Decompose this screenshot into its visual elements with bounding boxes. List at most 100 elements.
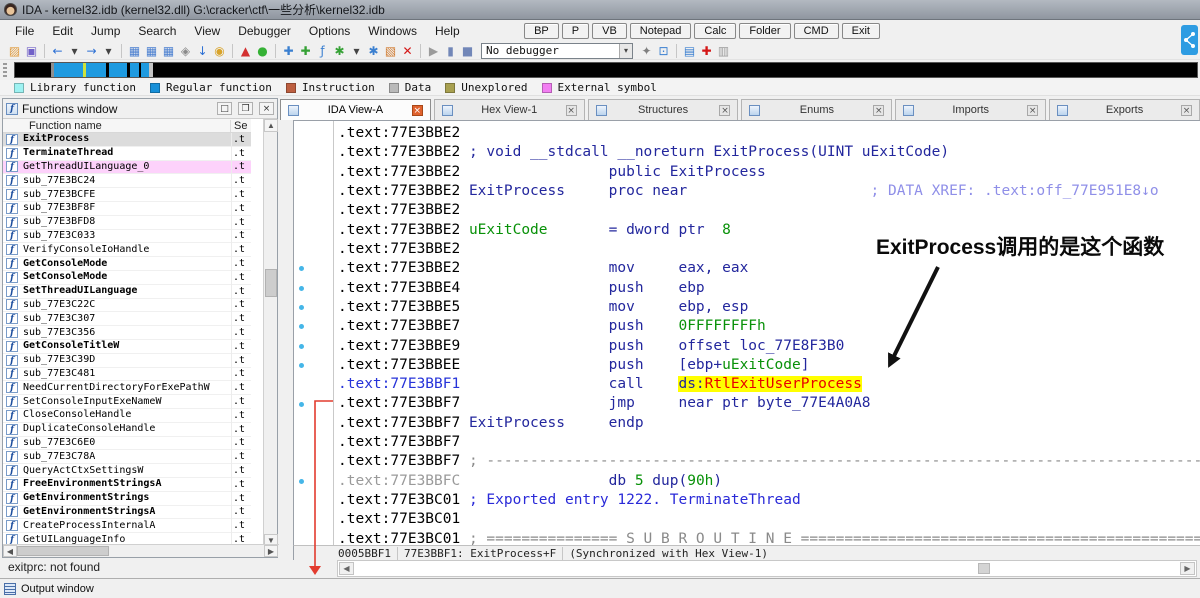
analysis-indicator-icon[interactable]: ● xyxy=(254,43,271,59)
menu-jump[interactable]: Jump xyxy=(82,21,129,41)
menu-debugger[interactable]: Debugger xyxy=(229,21,300,41)
debug-stop-icon[interactable]: ■ xyxy=(459,43,476,59)
tab-close-icon[interactable]: × xyxy=(411,104,423,116)
function-row[interactable]: f CloseConsoleHandle .t xyxy=(3,409,251,423)
function-row[interactable]: f sub_77E3BC24 .t xyxy=(3,174,251,189)
jump-to-function-icon[interactable]: ▦ xyxy=(160,43,177,59)
disasm-line[interactable]: .text:77E3BC01 ; Exported entry 1222. Te… xyxy=(338,491,801,510)
function-row[interactable]: f QueryActCtxSettingsW .t xyxy=(3,464,251,478)
share-icon[interactable] xyxy=(1181,25,1198,55)
tab-enums[interactable]: Enums × xyxy=(741,99,893,120)
breakpoint-remove-icon[interactable]: ▥ xyxy=(715,43,732,59)
function-row[interactable]: f TerminateThread .t xyxy=(3,147,251,161)
disasm-line[interactable]: .text:77E3BBE2 xyxy=(338,240,460,259)
function-row[interactable]: f sub_77E3C481 .t xyxy=(3,368,251,382)
create-enum-icon[interactable]: ✚ xyxy=(297,43,314,59)
function-row[interactable]: f SetConsoleMode .t xyxy=(3,271,251,285)
function-row[interactable]: f VerifyConsoleIoHandle .t xyxy=(3,243,251,258)
undefine-icon[interactable]: ✕ xyxy=(399,43,416,59)
menu-view[interactable]: View xyxy=(185,21,229,41)
disasm-line[interactable]: .text:77E3BBE2 xyxy=(338,201,460,220)
scroll-right-icon[interactable]: ▶ xyxy=(1180,562,1195,575)
navigation-band[interactable] xyxy=(14,62,1198,78)
function-row[interactable]: f sub_77E3C39D .t xyxy=(3,354,251,368)
hscroll-thumb[interactable] xyxy=(978,563,990,574)
create-struct-icon[interactable]: ✚ xyxy=(280,43,297,59)
colors-icon[interactable]: ▧ xyxy=(382,43,399,59)
disasm-line[interactable]: .text:77E3BBE2 xyxy=(338,124,460,143)
jump-down-icon[interactable]: ↓ xyxy=(194,43,211,59)
function-row[interactable]: f sub_77E3C033 .t xyxy=(3,230,251,244)
patch-icon[interactable]: ✱ xyxy=(331,43,348,59)
tab-structures[interactable]: Structures × xyxy=(587,99,739,120)
debugger-select[interactable]: No debugger ▾ xyxy=(481,42,633,59)
search-icon[interactable]: ◉ xyxy=(211,43,228,59)
navigate-forward-icon[interactable]: → xyxy=(83,43,100,59)
scroll-left-icon[interactable]: ◀ xyxy=(3,545,17,557)
jump-xref-icon[interactable]: ◈ xyxy=(177,43,194,59)
disasm-line[interactable]: .text:77E3BBE2 uExitCode = dword ptr 8 xyxy=(338,221,731,240)
chevron-down-icon[interactable]: ▾ xyxy=(619,43,632,58)
disasm-line[interactable]: .text:77E3BC01 xyxy=(338,510,460,529)
disasm-line[interactable]: .text:77E3BBE4 push ebp xyxy=(338,279,705,298)
tab-close-icon[interactable]: × xyxy=(565,104,577,116)
disasm-line[interactable]: .text:77E3BBF7 xyxy=(338,433,460,452)
scroll-right-icon[interactable]: ▶ xyxy=(264,545,278,557)
disasm-line[interactable]: .text:77E3BBE2 public ExitProcess xyxy=(338,163,766,182)
ida-view-a[interactable]: .text:77E3BBE2 .text:77E3BBE2 ; void __st… xyxy=(293,120,1200,545)
menu-help[interactable]: Help xyxy=(426,21,469,41)
menu-file[interactable]: File xyxy=(6,21,43,41)
debug-pause-icon[interactable]: ▮ xyxy=(442,43,459,59)
scroll-up-icon[interactable]: ▲ xyxy=(264,119,278,132)
script-window-icon[interactable]: ▤ xyxy=(681,43,698,59)
menu-windows[interactable]: Windows xyxy=(359,21,426,41)
quick-button-cmd[interactable]: CMD xyxy=(793,23,839,39)
tab-imports[interactable]: Imports × xyxy=(895,99,1047,120)
tab-close-icon[interactable]: × xyxy=(719,104,731,116)
disasm-line[interactable]: .text:77E3BBE2 ; void __stdcall __noretu… xyxy=(338,143,949,162)
function-row[interactable]: f SetThreadUILanguage .t xyxy=(3,285,251,299)
function-row[interactable]: f sub_77E3C356 .t xyxy=(3,326,251,340)
tab-close-icon[interactable]: × xyxy=(873,104,885,116)
jump-to-address-icon[interactable]: ▦ xyxy=(126,43,143,59)
quick-button-folder[interactable]: Folder xyxy=(739,23,791,39)
navigate-back-dropdown-icon[interactable]: ▾ xyxy=(66,43,83,59)
navigate-back-icon[interactable]: ← xyxy=(49,43,66,59)
disasm-line[interactable]: .text:77E3BBE5 mov ebp, esp xyxy=(338,298,748,317)
snippets-icon[interactable]: ✱ xyxy=(365,43,382,59)
maximize-icon[interactable]: □ xyxy=(217,102,232,115)
function-row[interactable]: f CreateProcessInternalA .t xyxy=(3,519,251,534)
disasm-line[interactable]: .text:77E3BC01 ; =============== S U B R… xyxy=(338,530,1200,545)
open-file-icon[interactable]: ▨ xyxy=(6,43,23,59)
function-row[interactable]: f GetConsoleMode .t xyxy=(3,257,251,271)
disasm-line[interactable]: .text:77E3BBF7 ExitProcess endp xyxy=(338,414,644,433)
open-subviews-icon[interactable]: ⊡ xyxy=(655,43,672,59)
rename-icon[interactable]: ƒ xyxy=(314,43,331,59)
tab-ida-view-a[interactable]: IDA View-A × xyxy=(280,99,431,120)
disasm-line[interactable]: .text:77E3BBFC db 5 dup(90h) xyxy=(338,472,722,491)
function-row[interactable]: f GetEnvironmentStrings .t xyxy=(3,492,251,506)
function-row[interactable]: f DuplicateConsoleHandle .t xyxy=(3,423,251,437)
disasm-line[interactable]: .text:77E3BBE2 ExitProcess proc near ; D… xyxy=(338,182,1159,201)
function-row[interactable]: f GetEnvironmentStringsA .t xyxy=(3,506,251,520)
close-icon[interactable]: × xyxy=(259,102,274,115)
menu-options[interactable]: Options xyxy=(300,21,359,41)
disasm-line[interactable]: .text:77E3BBE9 push offset loc_77E8F3B0 xyxy=(338,337,844,356)
quick-button-exit[interactable]: Exit xyxy=(841,23,880,39)
disasm-line[interactable]: .text:77E3BBEE push [ebp+uExitCode] xyxy=(338,356,809,375)
scroll-left-icon[interactable]: ◀ xyxy=(339,562,354,575)
disasm-line[interactable]: .text:77E3BBF7 jmp near ptr byte_77E4A0A… xyxy=(338,394,871,413)
output-window-bar[interactable]: Output window xyxy=(0,578,1200,598)
column-function-name[interactable]: Function name xyxy=(3,119,231,132)
function-row[interactable]: f sub_77E3C22C .t xyxy=(3,299,251,313)
quick-button-p[interactable]: P xyxy=(561,23,590,39)
quick-button-bp[interactable]: BP xyxy=(524,23,559,39)
disassembly-hscrollbar[interactable]: ◀ ▶ xyxy=(337,560,1197,577)
vscroll-thumb[interactable] xyxy=(265,269,277,297)
save-icon[interactable]: ▣ xyxy=(23,43,40,59)
jump-to-name-icon[interactable]: ▦ xyxy=(143,43,160,59)
navigate-forward-dropdown-icon[interactable]: ▾ xyxy=(100,43,117,59)
tab-hex-view-1[interactable]: Hex View-1 × xyxy=(433,99,585,120)
menu-search[interactable]: Search xyxy=(129,21,185,41)
problems-icon[interactable]: ▲ xyxy=(237,43,254,59)
